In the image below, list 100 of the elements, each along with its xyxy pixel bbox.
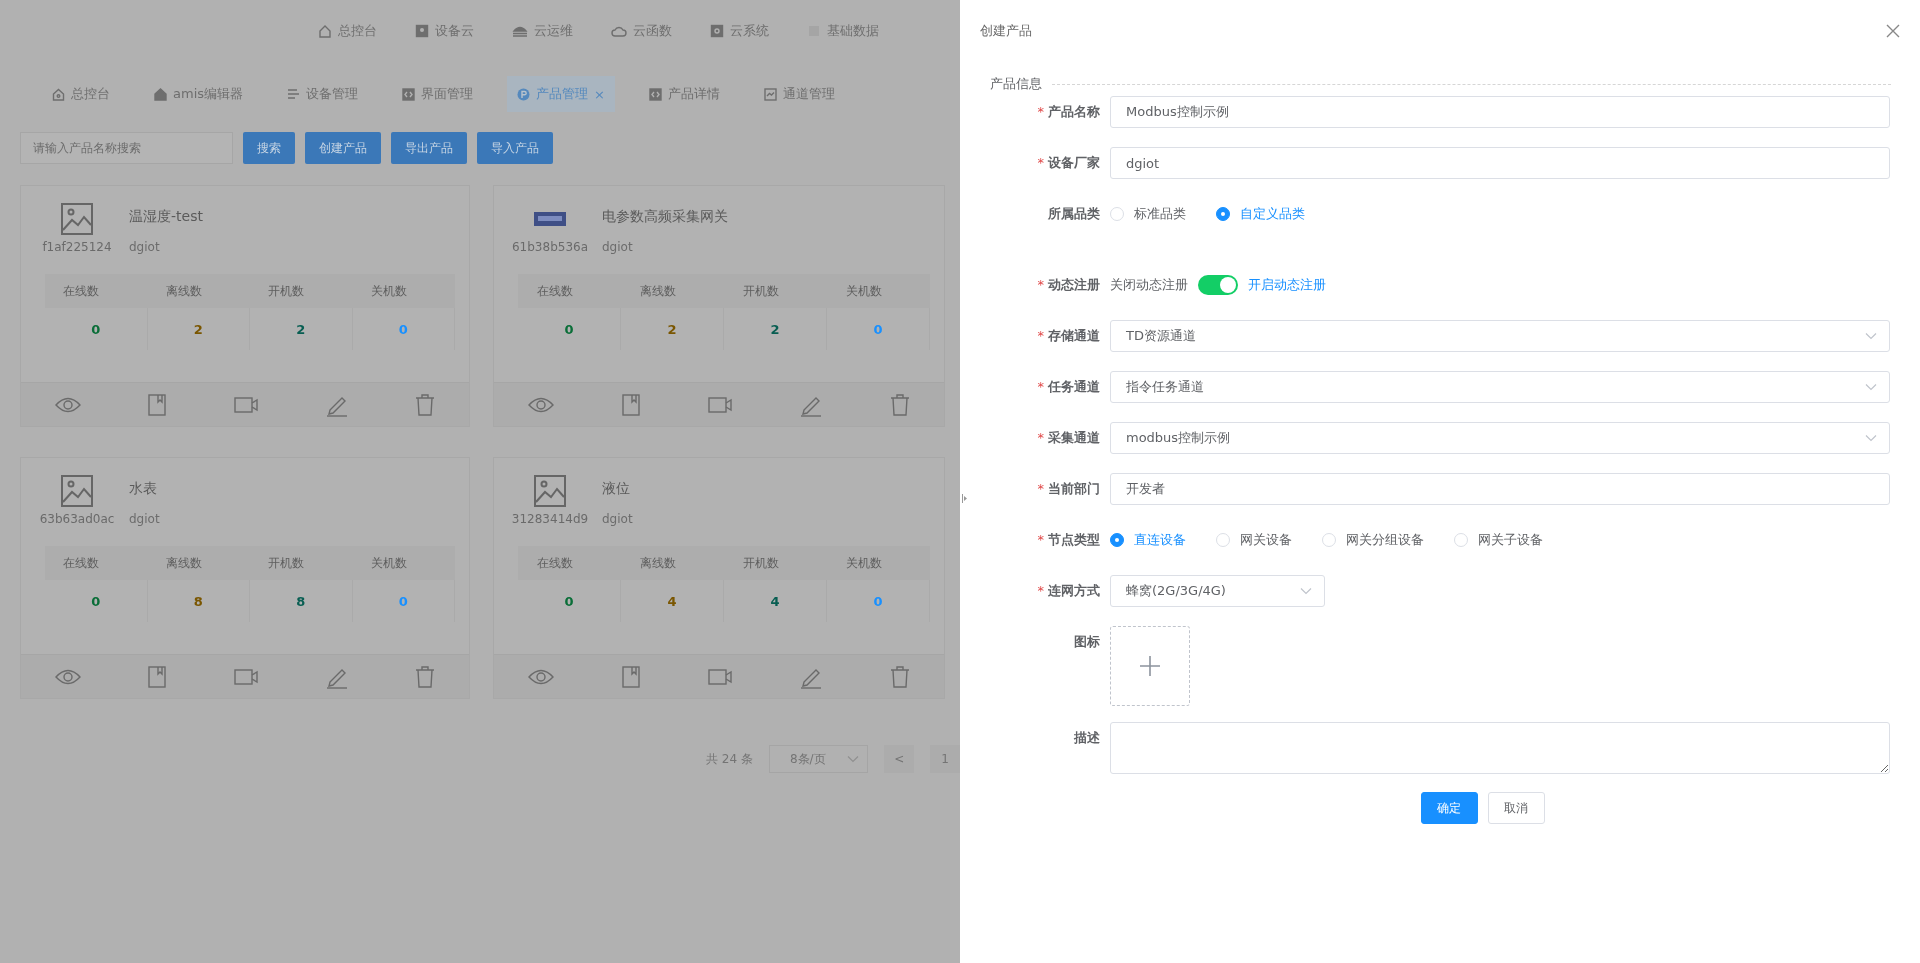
radio-option[interactable]: 标准品类 [1110,205,1186,223]
product-id: 31283414d9 [511,512,589,526]
total-count: 共 24 条 [706,750,753,768]
action-button[interactable]: 导出产品 [391,132,467,164]
trash-icon[interactable] [414,664,437,689]
stat-value: 0 [352,308,455,350]
chevron-down-icon [847,755,860,763]
gear-square-icon [710,24,724,38]
confirm-button[interactable]: 确定 [1420,792,1478,824]
chevron-down-icon [1865,434,1877,442]
close-icon[interactable]: × [594,86,605,102]
tab[interactable]: 通道管理 [753,76,845,112]
eye-icon[interactable] [527,667,555,686]
eye-icon[interactable] [53,395,82,414]
product-name: 温湿度-test [129,208,203,226]
prev-page-button[interactable]: < [884,745,915,773]
radio-option[interactable]: 网关设备 [1216,531,1292,549]
video-camera-icon[interactable] [707,394,733,415]
product-id: 61b38b536a [512,240,588,254]
tab[interactable]: 产品管理 × [507,76,615,112]
nav-item[interactable]: 云系统 [710,20,769,42]
stat-label: 离线数 [621,274,724,308]
field-label: 采集通道 [1048,430,1100,445]
p-circle-icon [517,87,530,101]
bookmark-page-icon[interactable] [147,664,168,689]
description-field[interactable] [1110,722,1890,774]
field-label: 动态注册 [1048,277,1100,292]
tab[interactable]: 界面管理 [392,76,483,112]
radio-option[interactable]: 网关分组设备 [1322,531,1424,549]
nav-item[interactable]: 云函数 [611,20,672,42]
field-label: 产品名称 [1048,104,1100,119]
tab[interactable]: 设备管理 [277,76,368,112]
bookmark-page-icon[interactable] [621,392,641,417]
drag-handle-icon[interactable] [962,494,968,503]
stat-value: 0 [827,308,930,350]
plus-icon [1139,655,1161,677]
select-field[interactable]: 蜂窝(2G/3G/4G) [1110,575,1325,607]
required-mark: * [1037,430,1044,445]
stat-value: 0 [518,308,621,350]
text-field[interactable]: Modbus控制示例 [1110,96,1890,128]
home-icon [318,24,332,38]
stat-value: 2 [621,308,724,350]
stat-label: 在线数 [518,274,621,308]
stat-value: 4 [621,580,724,622]
required-mark: * [1037,379,1044,394]
video-camera-icon[interactable] [233,666,259,687]
drawer-title: 创建产品 [980,22,1032,40]
required-mark: * [1037,328,1044,343]
select-field[interactable]: TD资源通道 [1110,320,1890,352]
search-field[interactable]: 请输入产品名称搜索 [20,132,233,164]
radio-option[interactable]: 网关子设备 [1454,531,1543,549]
eye-icon[interactable] [527,395,555,414]
select-field[interactable]: modbus控制示例 [1110,422,1890,454]
stat-value: 0 [352,580,455,622]
field-label: 当前部门 [1048,481,1100,496]
tab[interactable]: 总控台 [42,76,120,112]
cancel-button[interactable]: 取消 [1487,792,1545,824]
bookmark-page-icon[interactable] [621,664,641,689]
product-id: f1af225124 [42,240,112,254]
required-mark: * [1037,155,1044,170]
list-icon [287,87,300,101]
text-field[interactable]: 开发者 [1110,473,1890,505]
cloud-stack-icon [512,24,528,38]
select-field[interactable]: 指令任务通道 [1110,371,1890,403]
nav-item[interactable]: 基础数据 [807,20,879,42]
video-camera-icon[interactable] [707,666,733,687]
action-button[interactable]: 导入产品 [477,132,553,164]
nav-item[interactable]: 云运维 [512,20,573,42]
cloud-icon [611,24,627,38]
tab[interactable]: amis编辑器 [144,76,253,112]
product-vendor: dgiot [129,512,160,526]
action-button[interactable]: 创建产品 [305,132,381,164]
required-mark: * [1037,481,1044,496]
page-size-select[interactable]: 8条/页 [768,745,869,773]
text-field[interactable]: dgiot [1110,147,1890,179]
trash-icon[interactable] [414,392,437,417]
id-card-icon [415,24,429,38]
nav-item[interactable]: 设备云 [415,20,474,42]
action-button[interactable]: 搜索 [243,132,295,164]
close-button[interactable] [1886,24,1900,38]
stat-label: 关机数 [352,546,455,580]
page-button[interactable]: 1 [930,745,960,773]
bookmark-page-icon[interactable] [147,392,168,417]
trash-icon[interactable] [889,664,911,689]
radio-option[interactable]: 自定义品类 [1216,205,1305,223]
upload-area[interactable] [1110,626,1190,706]
stat-label: 开机数 [724,546,827,580]
code-icon [648,87,662,101]
stat-value: 2 [250,308,353,350]
toggle-switch[interactable] [1198,275,1238,295]
eye-icon[interactable] [53,667,82,686]
trash-icon[interactable] [889,392,911,417]
field-label: 任务通道 [1048,379,1100,394]
tab[interactable]: 产品详情 [638,76,730,112]
video-camera-icon[interactable] [233,394,259,415]
nav-item[interactable]: 总控台 [318,20,377,42]
stat-label: 开机数 [250,546,353,580]
product-name: 电参数高频采集网关 [602,208,728,226]
field-label: 连网方式 [1048,583,1100,598]
radio-option[interactable]: 直连设备 [1110,531,1186,549]
